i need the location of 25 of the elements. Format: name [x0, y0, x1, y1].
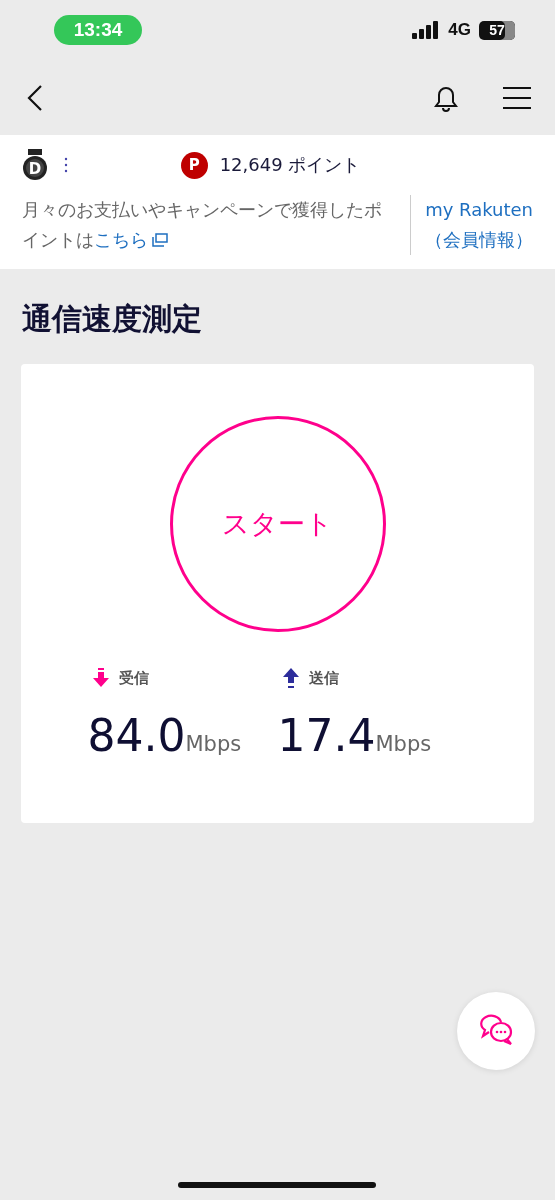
- speed-value: 84.0: [87, 710, 186, 761]
- status-time: 13:34: [54, 15, 142, 45]
- result-label: 受信: [118, 668, 149, 688]
- start-button[interactable]: スタート: [169, 416, 386, 632]
- up-arrow-icon: [282, 668, 299, 688]
- more-icon[interactable]: [64, 157, 68, 173]
- external-link-icon: [152, 233, 168, 247]
- result-label: 送信: [308, 668, 339, 688]
- network-label: 4G: [448, 20, 471, 40]
- chat-icon: [477, 1014, 515, 1048]
- here-link[interactable]: こちら: [94, 225, 168, 255]
- points-icon: P: [180, 151, 208, 179]
- speed-unit: Mbps: [185, 732, 242, 756]
- signal-icon: [412, 21, 441, 39]
- points-note: 月々のお支払いやキャンペーンで獲得したポイントはこちら: [22, 195, 411, 255]
- battery-level: 57: [479, 20, 515, 40]
- menu-icon[interactable]: [503, 85, 531, 110]
- chat-button[interactable]: [457, 992, 535, 1070]
- speed-value: 17.4: [277, 710, 376, 761]
- down-arrow-icon: [92, 668, 109, 688]
- points-amount: 12,649 ポイント: [219, 153, 361, 177]
- speed-unit: Mbps: [375, 732, 432, 756]
- back-icon[interactable]: [26, 83, 44, 112]
- member-info-link[interactable]: my Rakuten （会員情報）: [411, 195, 533, 255]
- page-title: 通信速度測定: [22, 300, 203, 338]
